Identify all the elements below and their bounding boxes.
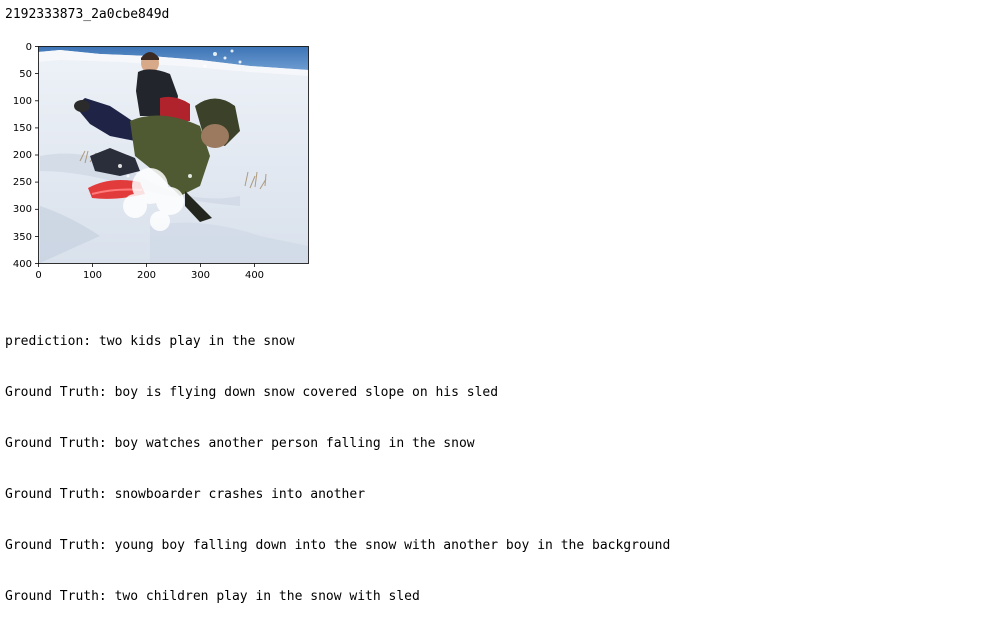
x-tick-label: 200 [137, 270, 156, 281]
ground-truth-line: Ground Truth: young boy falling down int… [5, 538, 671, 553]
y-axis: 0 50 100 150 200 250 300 350 400 [13, 42, 39, 270]
image-id-label: 2192333873_2a0cbe849d [5, 7, 170, 22]
y-tick-label: 350 [13, 232, 32, 243]
y-tick-label: 200 [13, 150, 32, 161]
x-tick-label: 300 [191, 270, 210, 281]
x-axis: 0 100 200 300 400 [35, 263, 264, 281]
ground-truth-line: Ground Truth: two children play in the s… [5, 589, 420, 604]
x-tick-label: 100 [83, 270, 102, 281]
x-tick-label: 400 [245, 270, 264, 281]
ground-truth-line: Ground Truth: boy is flying down snow co… [5, 385, 499, 400]
y-tick-label: 400 [13, 259, 32, 270]
caption-output: prediction: two kids play in the snow Gr… [5, 299, 670, 622]
y-tick-label: 50 [19, 69, 32, 80]
ground-truth-line: Ground Truth: boy watches another person… [5, 436, 475, 451]
x-tick-label: 0 [35, 270, 41, 281]
y-tick-label: 150 [13, 123, 32, 134]
image-figure: 0 50 100 150 200 250 300 350 400 0 100 2… [13, 42, 309, 281]
y-tick-label: 250 [13, 177, 32, 188]
y-tick-label: 0 [26, 42, 32, 53]
y-tick-label: 300 [13, 204, 32, 215]
y-tick-label: 100 [13, 96, 32, 107]
ground-truth-line: Ground Truth: snowboarder crashes into a… [5, 487, 366, 502]
photo [38, 46, 309, 264]
prediction-line: prediction: two kids play in the snow [5, 334, 295, 349]
